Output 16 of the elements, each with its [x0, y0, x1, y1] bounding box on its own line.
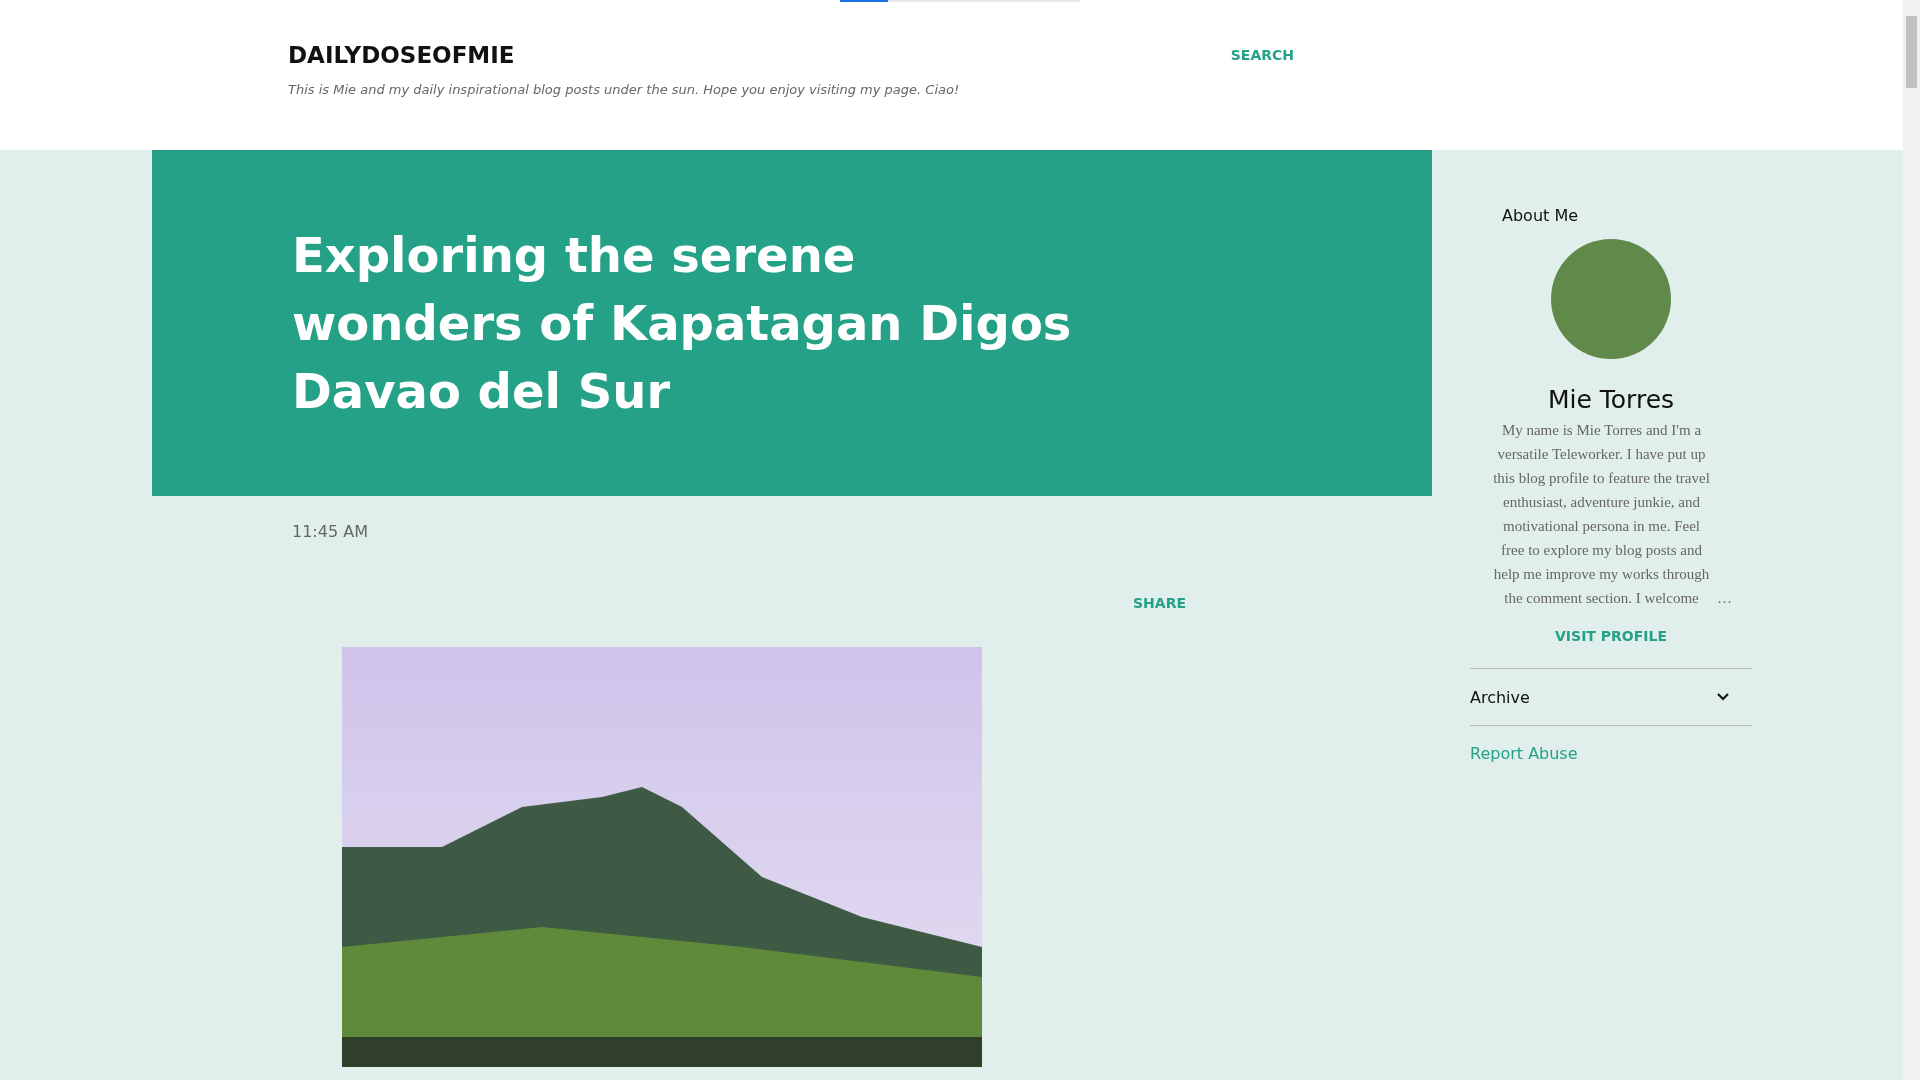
- visit-profile-link[interactable]: VISIT PROFILE: [1555, 628, 1667, 644]
- post-time: 11:45 AM: [292, 522, 369, 541]
- about-me-heading: About Me: [1502, 206, 1580, 225]
- profile-bio: My name is Mie Torres and I'm a versatile Teleworker. I have put up this blog profile to feature the travel enthusiast, adventure junkie, and motivational persona in me. Feel free to explore my blog posts and help me improve my works through the comment section. I welcome: [1492, 421, 1711, 608]
- archive-dropdown[interactable]: Archive: [1470, 668, 1752, 726]
- post-title: Exploring the serene wonders of Kapatagan Digos Davao del Sur: [292, 226, 1073, 421]
- blog-title[interactable]: DAILYDOSEOFMIE: [288, 42, 515, 68]
- report-abuse-link[interactable]: Report Abuse: [1470, 744, 1752, 763]
- chevron-icon: [1716, 692, 1730, 702]
- search-link[interactable]: SEARCH: [1230, 47, 1294, 63]
- share-button[interactable]: SHARE: [1133, 595, 1186, 611]
- blog-tagline: This is Mie and my daily inspirational blog posts under the sun. Hope you enjoy visiting my page. Ciao!: [288, 82, 961, 97]
- more-ellipsis[interactable]: …: [1717, 586, 1732, 610]
- scrollbar-thumb[interactable]: [1906, 16, 1917, 88]
- profile-name: Mie Torres: [1546, 385, 1676, 414]
- scrollbar[interactable]: [1903, 0, 1920, 1080]
